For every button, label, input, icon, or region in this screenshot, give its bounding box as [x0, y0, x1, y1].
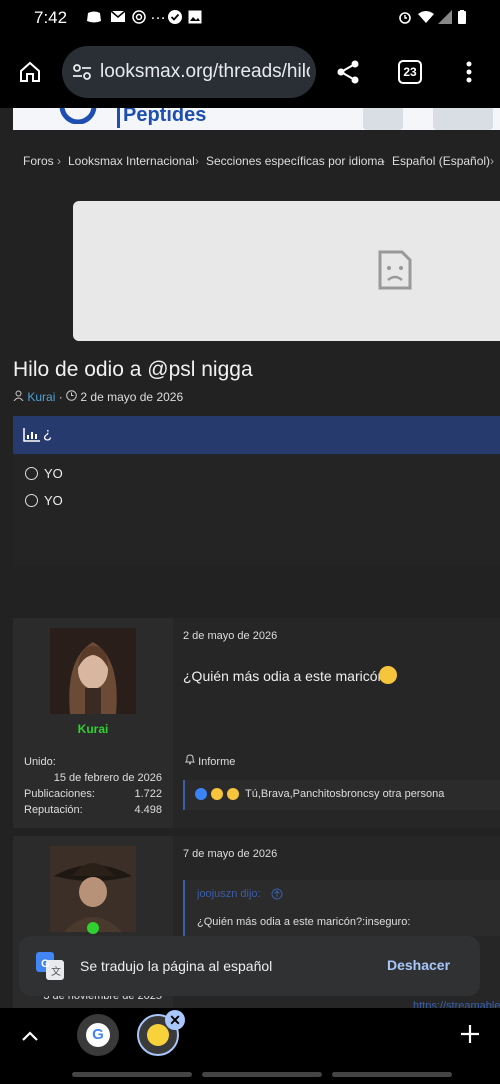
svg-text:G: G [41, 958, 50, 970]
poll-header: ¿ [13, 416, 500, 454]
google-icon: G [86, 1023, 110, 1047]
home-icon[interactable] [18, 60, 42, 89]
post-text: ¿Quién más odia a este maricón? [183, 666, 397, 684]
thread-date: 2 de mayo de 2026 [80, 390, 184, 404]
close-tab-icon[interactable]: ✕ [165, 1010, 185, 1030]
bar-chart-icon [23, 428, 40, 442]
translate-icon: G文 [36, 952, 64, 985]
tab-switcher-button[interactable]: 23 [398, 60, 422, 84]
joined-label: Unido: [24, 756, 56, 768]
bell-icon [184, 754, 196, 765]
posts-stat: Publicaciones: 1.722 [24, 788, 162, 800]
arrow-up-circle-icon[interactable] [271, 887, 283, 905]
post-date[interactable]: 7 de mayo de 2026 [183, 848, 277, 860]
post-username[interactable]: Kurai [13, 722, 173, 736]
wifi-icon [418, 10, 434, 24]
joined-date: 15 de febrero de 2026 [53, 772, 162, 784]
radio-button[interactable] [25, 467, 38, 480]
like-icon [195, 788, 207, 800]
avatar[interactable] [50, 846, 136, 932]
poll-question: ¿ [43, 425, 53, 442]
thread-author[interactable]: Kurai [27, 390, 55, 404]
clock: 7:42 [34, 8, 68, 27]
radio-button[interactable] [25, 494, 38, 507]
breadcrumb-espanol[interactable]: Español (Español) [392, 154, 490, 168]
translate-snackbar: G文 Se tradujo la página al español Desha… [19, 936, 480, 996]
status-bar: 7:42 … [0, 0, 500, 36]
report-link[interactable]: Informe [184, 754, 235, 768]
broken-image-icon [378, 250, 412, 295]
looksmax-favicon-icon [147, 1024, 169, 1046]
alarm-icon [398, 10, 412, 24]
poll-option-1[interactable]: YO [25, 466, 63, 481]
snackbar-message: Se tradujo la página al español [80, 958, 273, 974]
quote-block: joojuszn dijo: ¿Quién más odia a este ma… [183, 880, 500, 936]
battery-icon [458, 10, 466, 24]
ad-banner[interactable]: Peptides [13, 108, 500, 130]
new-tab-icon[interactable] [460, 1024, 480, 1049]
post: Kurai Unido: 15 de febrero de 2026 Publi… [13, 618, 500, 828]
check-circle-icon [168, 10, 182, 24]
breadcrumb: Foros › Looksmax Internacional › Seccion… [23, 154, 494, 168]
breadcrumb-looksmax-internacional[interactable]: Looksmax Internacional [68, 154, 195, 168]
svg-text:文: 文 [51, 965, 61, 978]
reputation-stat: Reputación: 4.498 [24, 804, 162, 816]
url-text[interactable]: looksmax.org/threads/hilo-d [100, 61, 310, 83]
image-icon [188, 10, 202, 24]
post-link[interactable]: https://streamable [413, 1000, 500, 1008]
broken-ad-placeholder [73, 201, 500, 341]
post-date[interactable]: 2 de mayo de 2026 [183, 630, 277, 642]
breadcrumb-foros[interactable]: Foros [23, 154, 54, 168]
thinking-emoji-icon [379, 666, 397, 684]
share-icon[interactable] [335, 59, 361, 90]
avatar[interactable] [50, 628, 136, 714]
user-icon [13, 390, 24, 402]
browser-toolbar: looksmax.org/threads/hilo-d 23 [0, 36, 500, 108]
banner-brand: Peptides [123, 108, 207, 126]
signal-icon [438, 10, 452, 24]
discord-icon [86, 10, 101, 24]
more-notifications-icon: … [150, 6, 166, 23]
chevron-up-icon[interactable] [22, 1028, 38, 1046]
reactions-bar[interactable]: Tú,Brava,Panchitosbroncsy otra persona [183, 780, 500, 810]
poll-body: YO YO [13, 454, 500, 566]
tab-google[interactable]: G [77, 1014, 119, 1056]
undo-button[interactable]: Deshacer [387, 957, 450, 973]
overflow-menu-icon[interactable] [466, 60, 472, 89]
site-settings-icon[interactable] [72, 63, 92, 86]
reaction-users[interactable]: Tú,Brava,Panchitosbroncsy otra persona [245, 788, 444, 800]
online-status-icon [87, 922, 99, 934]
web-page: Peptides Foros › Looksmax Internacional … [0, 108, 500, 1008]
breadcrumb-secciones[interactable]: Secciones específicas por idioma [206, 154, 384, 168]
laugh-emoji-icon [227, 788, 239, 800]
bottom-tab-bar: G ✕ [0, 1008, 500, 1084]
mail-icon [110, 10, 126, 24]
quote-author[interactable]: joojuszn dijo: [197, 888, 261, 900]
at-icon [132, 10, 146, 24]
user-pane: Kurai Unido: 15 de febrero de 2026 Publi… [13, 618, 173, 828]
quote-text: ¿Quién más odia a este maricón?:inseguro… [197, 916, 411, 928]
thread-title: Hilo de odio a @psl nigga [13, 358, 253, 381]
clock-icon [66, 390, 77, 401]
address-bar[interactable]: looksmax.org/threads/hilo-d [62, 46, 316, 98]
sad-emoji-icon [211, 788, 223, 800]
poll-option-2[interactable]: YO [25, 493, 63, 508]
thread-meta: Kurai · 2 de mayo de 2026 [13, 390, 183, 404]
